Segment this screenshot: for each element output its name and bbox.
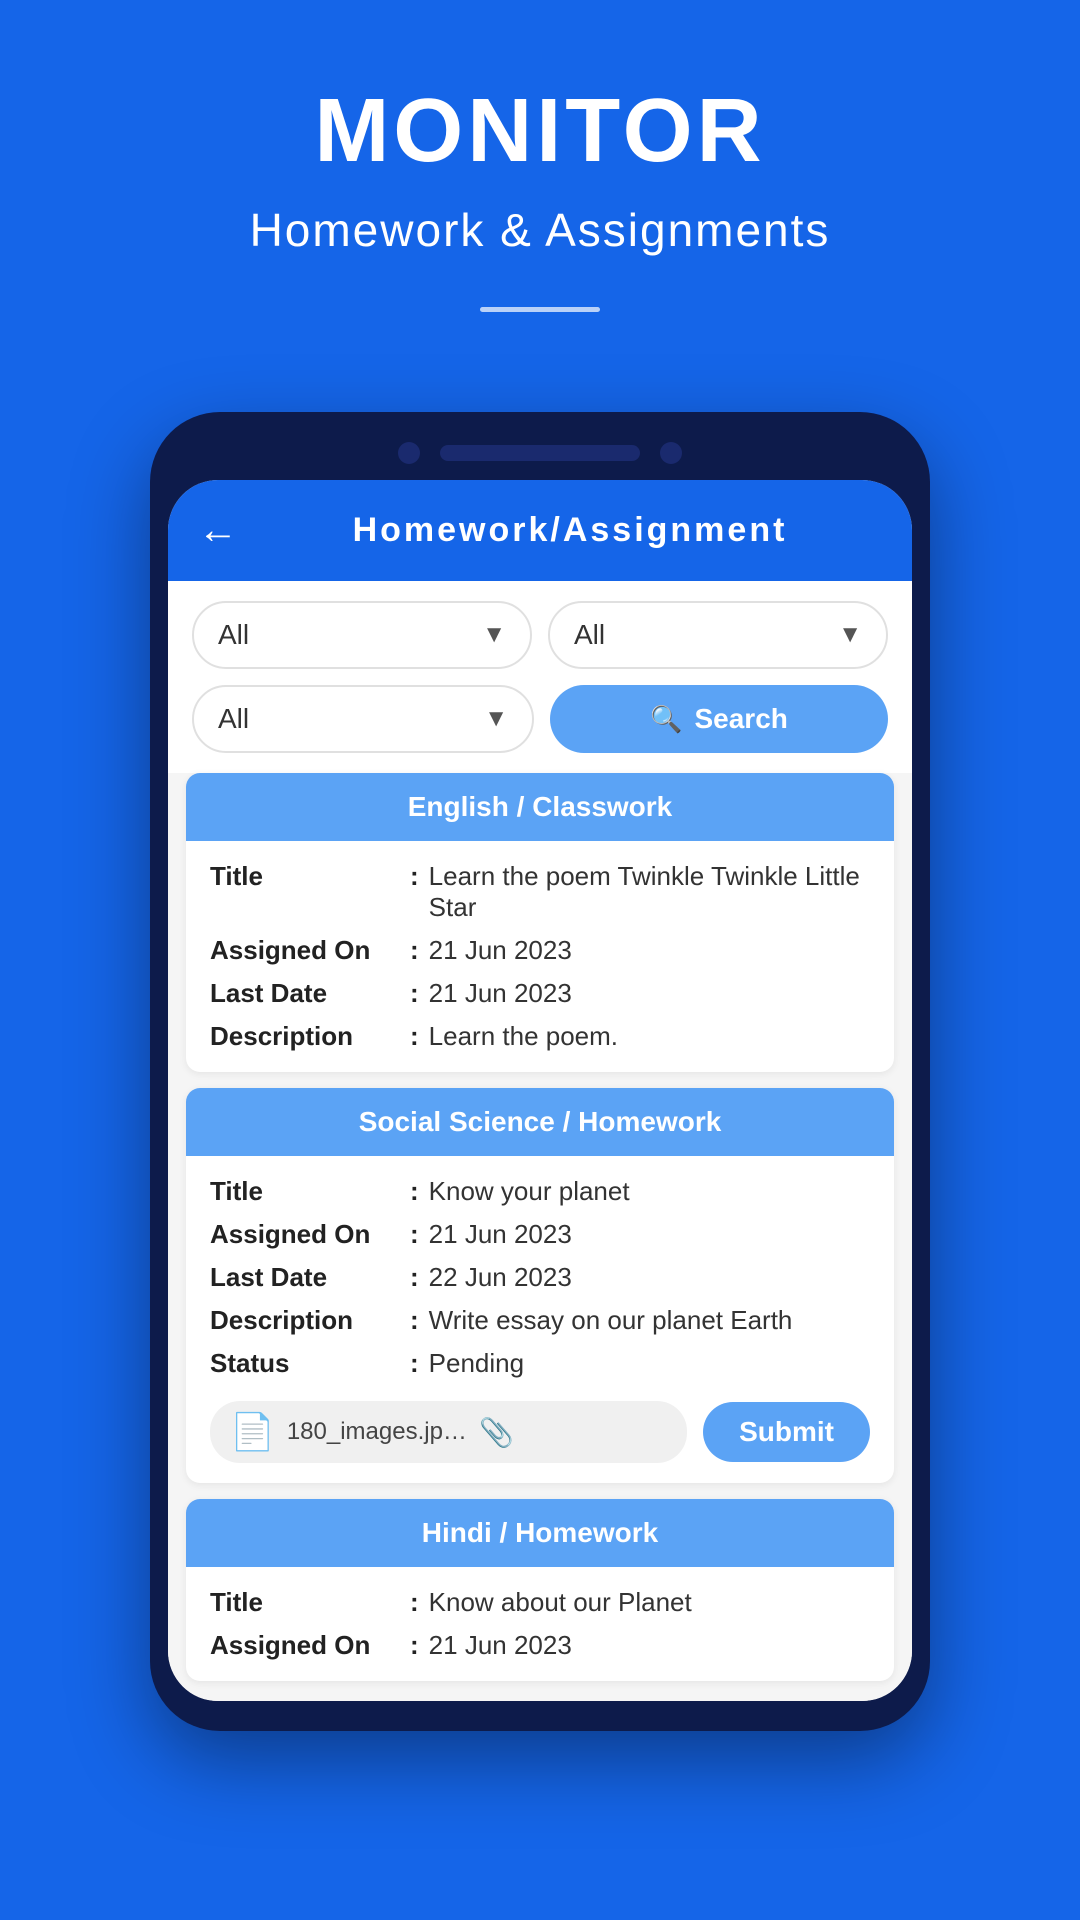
search-button[interactable]: 🔍 Search [550,685,888,753]
label-title: Title [210,861,410,892]
label-assigned-on: Assigned On [210,935,410,966]
assignment-card-english: English / Classwork Title : Learn the po… [186,773,894,1072]
card-header-text-hindi: Hindi / Homework [422,1517,658,1548]
value-title: Learn the poem Twinkle Twinkle Little St… [429,861,870,923]
file-chip[interactable]: 📄 180_images.jp… 📎 [210,1401,687,1463]
label-ss-lastdate: Last Date [210,1262,410,1293]
filter-3-value: All [218,703,249,735]
value-ss-description: Write essay on our planet Earth [429,1305,870,1336]
notch-sensor [660,442,682,464]
app-title: Homework/Assignment [258,511,882,550]
value-ss-title: Know your planet [429,1176,870,1207]
phone-outer: ← Homework/Assignment All ▼ All ▼ [150,412,930,1731]
filter-dropdown-1[interactable]: All ▼ [192,601,532,669]
filter-section: All ▼ All ▼ All ▼ 🔍 Search [168,581,912,773]
search-icon: 🔍 [650,704,682,735]
assignments-list: English / Classwork Title : Learn the po… [168,773,912,1701]
label-hindi-assigned: Assigned On [210,1630,410,1661]
clip-icon: 📎 [479,1416,514,1449]
search-label: Search [694,703,787,735]
assignment-card-social-science: Social Science / Homework Title : Know y… [186,1088,894,1483]
filter-1-arrow: ▼ [482,621,506,649]
card-row-ss-title: Title : Know your planet [210,1176,870,1207]
card-row-last-date: Last Date : 21 Jun 2023 [210,978,870,1009]
hero-subtitle: Homework & Assignments [250,203,831,257]
card-row-title: Title : Learn the poem Twinkle Twinkle L… [210,861,870,923]
filter-row-2: All ▼ 🔍 Search [192,685,888,753]
back-button[interactable]: ← [198,508,238,553]
hero-title: MONITOR [314,80,765,183]
filter-1-value: All [218,619,249,651]
filter-2-arrow: ▼ [838,621,862,649]
app-header: ← Homework/Assignment [168,480,912,581]
card-body-social-science: Title : Know your planet Assigned On : 2… [186,1156,894,1483]
card-header-social-science: Social Science / Homework [186,1088,894,1156]
notch-speaker [440,445,640,461]
card-row-ss-lastdate: Last Date : 22 Jun 2023 [210,1262,870,1293]
value-hindi-title: Know about our Planet [429,1587,870,1618]
phone-screen: ← Homework/Assignment All ▼ All ▼ [168,480,912,1701]
card-row-ss-description: Description : Write essay on our planet … [210,1305,870,1336]
value-ss-assigned: 21 Jun 2023 [429,1219,870,1250]
label-ss-title: Title [210,1176,410,1207]
card-row-ss-assigned: Assigned On : 21 Jun 2023 [210,1219,870,1250]
phone-notch-bar [168,430,912,476]
card-row-description: Description : Learn the poem. [210,1021,870,1052]
hero-section: MONITOR Homework & Assignments [0,0,1080,352]
file-name: 180_images.jp… [287,1418,467,1446]
label-hindi-title: Title [210,1587,410,1618]
filter-row-1: All ▼ All ▼ [192,601,888,669]
filter-dropdown-3[interactable]: All ▼ [192,685,534,753]
card-row-hindi-title: Title : Know about our Planet [210,1587,870,1618]
file-icon: 📄 [230,1411,275,1453]
label-ss-status: Status [210,1348,410,1379]
divider [480,307,600,312]
phone-mockup: ← Homework/Assignment All ▼ All ▼ [150,412,930,1731]
card-header-text-social-science: Social Science / Homework [359,1106,722,1137]
card-body-hindi: Title : Know about our Planet Assigned O… [186,1567,894,1681]
card-body-english: Title : Learn the poem Twinkle Twinkle L… [186,841,894,1072]
value-assigned-on: 21 Jun 2023 [429,935,870,966]
card-row-hindi-assigned: Assigned On : 21 Jun 2023 [210,1630,870,1661]
value-ss-lastdate: 22 Jun 2023 [429,1262,870,1293]
label-ss-description: Description [210,1305,410,1336]
value-description: Learn the poem. [429,1021,870,1052]
value-ss-status: Pending [429,1348,870,1379]
card-row-ss-status: Status : Pending [210,1348,870,1379]
label-ss-assigned: Assigned On [210,1219,410,1250]
card-header-text-english: English / Classwork [408,791,673,822]
card-header-english: English / Classwork [186,773,894,841]
notch-camera [398,442,420,464]
card-header-hindi: Hindi / Homework [186,1499,894,1567]
filter-2-value: All [574,619,605,651]
filter-3-arrow: ▼ [484,705,508,733]
label-description: Description [210,1021,410,1052]
value-last-date: 21 Jun 2023 [429,978,870,1009]
card-row-assigned-on: Assigned On : 21 Jun 2023 [210,935,870,966]
label-last-date: Last Date [210,978,410,1009]
filter-dropdown-2[interactable]: All ▼ [548,601,888,669]
value-hindi-assigned: 21 Jun 2023 [429,1630,870,1661]
attachment-row: 📄 180_images.jp… 📎 Submit [210,1391,870,1463]
assignment-card-hindi: Hindi / Homework Title : Know about our … [186,1499,894,1681]
submit-button[interactable]: Submit [703,1402,870,1462]
